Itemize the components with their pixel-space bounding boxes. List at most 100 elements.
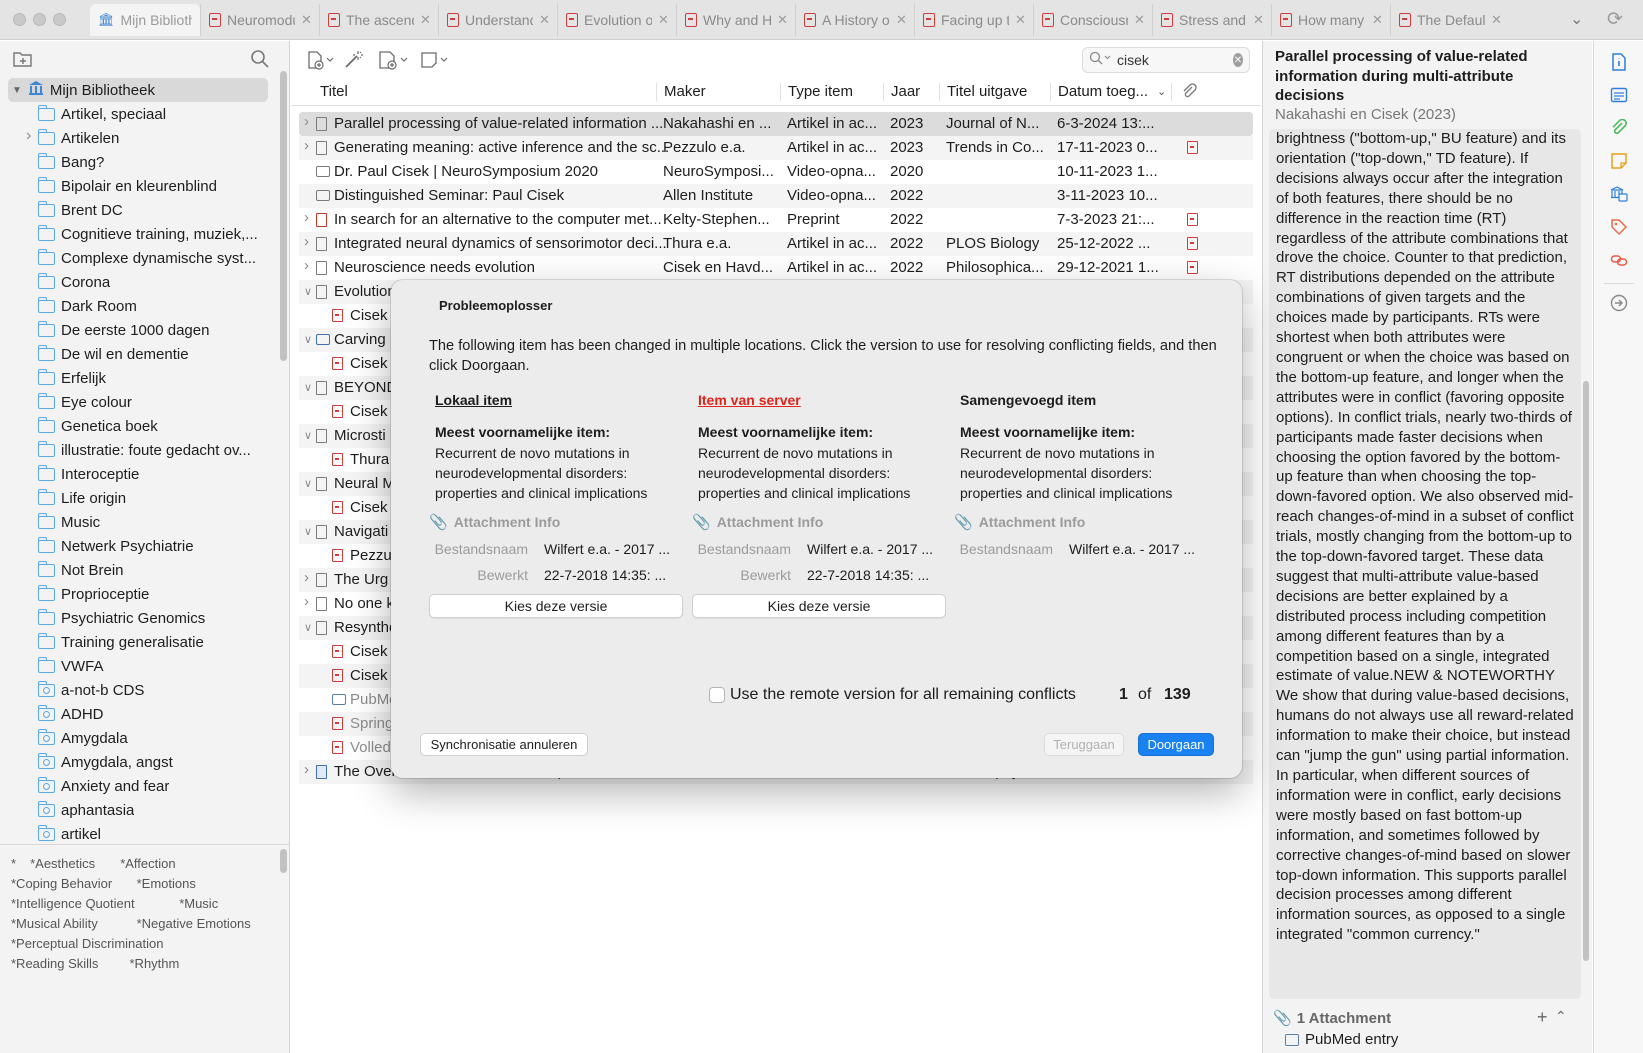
close-icon[interactable]: ✕ — [1253, 12, 1264, 28]
remote-all-checkbox[interactable] — [709, 687, 725, 703]
pdf-attachment-icon[interactable] — [1187, 213, 1198, 226]
column-year[interactable]: Jaar — [891, 83, 920, 100]
local-item-header[interactable]: Lokaal item — [435, 392, 512, 408]
tag-item[interactable]: *Reading Skills — [11, 956, 98, 971]
tag-item[interactable]: *Affection — [120, 856, 175, 871]
close-icon[interactable]: ✕ — [301, 12, 312, 28]
close-icon[interactable]: ✕ — [1015, 12, 1026, 28]
tag-item[interactable]: *Negative Emotions — [137, 916, 251, 931]
locate-icon[interactable] — [1610, 294, 1628, 312]
new-note-icon[interactable] — [419, 49, 451, 71]
collapse-section-icon[interactable]: ⌃ — [1555, 1008, 1567, 1025]
collection-item[interactable]: › Artikelen — [0, 126, 270, 150]
collection-item[interactable]: Life origin — [0, 486, 270, 510]
tag-item[interactable]: *Musical Ability — [11, 916, 98, 931]
search-icon[interactable] — [250, 49, 270, 73]
chevron-right-icon[interactable]: › — [304, 113, 309, 130]
pdf-attachment-icon[interactable] — [1187, 237, 1198, 250]
tag-item[interactable]: *Aesthetics — [30, 856, 95, 871]
chevron-down-icon[interactable]: ∨ — [304, 429, 312, 442]
choose-server-version-button[interactable]: Kies deze versie — [692, 594, 946, 618]
collection-item[interactable]: VWFA — [0, 654, 270, 678]
table-row[interactable]: › In search for an alternative to the com… — [299, 208, 1253, 232]
attachment-row[interactable]: PubMed entry — [1285, 1031, 1398, 1048]
table-row[interactable]: › Integrated neural dynamics of sensorimo… — [299, 232, 1253, 256]
collection-item[interactable]: illustratie: foute gedacht ov... — [0, 438, 270, 462]
tag-item[interactable]: *Rhythm — [130, 956, 180, 971]
chevron-down-icon[interactable]: ∨ — [304, 285, 312, 298]
chevron-right-icon[interactable]: › — [304, 593, 309, 610]
collection-item[interactable]: Eye colour — [0, 390, 270, 414]
tab-6[interactable]: A History of ✕ — [795, 4, 916, 36]
chevron-right-icon[interactable]: › — [304, 569, 309, 586]
chevron-right-icon[interactable]: › — [304, 761, 309, 778]
table-row[interactable]: › Generating meaning: active inference an… — [299, 136, 1253, 160]
collection-item[interactable]: De eerste 1000 dagen — [0, 318, 270, 342]
collection-item[interactable]: artikel — [0, 822, 270, 846]
column-publication[interactable]: Titel uitgave — [947, 83, 1027, 100]
chevron-down-icon[interactable]: ⌄ — [1570, 9, 1583, 29]
tags-scrollbar[interactable] — [280, 849, 287, 873]
abstract-box[interactable]: brightness ("bottom-up," BU feature) and… — [1269, 129, 1581, 999]
close-icon[interactable]: ✕ — [539, 12, 550, 28]
search-icon[interactable] — [1089, 51, 1111, 69]
zoom-window-button[interactable] — [53, 13, 66, 26]
collection-item[interactable]: Training generalisatie — [0, 630, 270, 654]
chevron-down-icon[interactable]: ∨ — [304, 333, 312, 346]
item-pane-scrollbar[interactable] — [1583, 381, 1589, 961]
tab-10[interactable]: How many ✕ — [1271, 4, 1392, 36]
collection-item[interactable]: Psychiatric Genomics — [0, 606, 270, 630]
abstract-icon[interactable] — [1610, 86, 1628, 104]
item-title[interactable]: Parallel processing of value-related inf… — [1275, 47, 1575, 106]
tab-4[interactable]: Evolution of ✕ — [557, 4, 678, 36]
collection-item[interactable]: Bipolair en kleurenblind — [0, 174, 270, 198]
tab-8[interactable]: Consciousness ✕ — [1033, 4, 1154, 36]
close-icon[interactable]: ✕ — [896, 12, 907, 28]
chevron-right-icon[interactable]: › — [304, 233, 309, 250]
close-icon[interactable]: ✕ — [658, 12, 669, 28]
tag-item[interactable]: *Emotions — [137, 876, 196, 891]
column-date-added[interactable]: Datum toeg... — [1058, 83, 1148, 100]
column-creator[interactable]: Maker — [664, 83, 706, 100]
tag-item[interactable]: *Intelligence Quotient — [11, 896, 135, 911]
table-row[interactable]: › Neuroscience needs evolution Cisek en Ha… — [299, 256, 1253, 280]
tag-item[interactable]: * — [11, 856, 16, 871]
column-title[interactable]: Titel — [320, 83, 348, 100]
chevron-right-icon[interactable]: › — [304, 209, 309, 226]
libraries-collections-icon[interactable] — [1610, 185, 1628, 203]
clear-search-icon[interactable]: ✕ — [1233, 53, 1243, 67]
close-icon[interactable]: ✕ — [1372, 12, 1383, 28]
attachment-column-icon[interactable] — [1181, 83, 1197, 103]
close-icon[interactable]: ✕ — [1491, 12, 1502, 28]
collection-item[interactable]: Interoceptie — [0, 462, 270, 486]
chevron-right-icon[interactable]: › — [26, 127, 31, 145]
collection-item[interactable]: Netwerk Psychiatrie — [0, 534, 270, 558]
collection-item[interactable]: Corona — [0, 270, 270, 294]
close-icon[interactable]: ✕ — [1134, 12, 1145, 28]
collection-item[interactable]: Brent DC — [0, 198, 270, 222]
related-icon[interactable] — [1610, 251, 1628, 269]
collection-item[interactable]: De wil en dementie — [0, 342, 270, 366]
collection-item[interactable]: Complexe dynamische syst... — [0, 246, 270, 270]
chevron-down-icon[interactable]: ∨ — [304, 621, 312, 634]
collection-item[interactable]: Genetica boek — [0, 414, 270, 438]
collection-item[interactable]: Not Brein — [0, 558, 270, 582]
chevron-right-icon[interactable]: › — [304, 257, 309, 274]
close-icon[interactable]: ✕ — [420, 12, 431, 28]
chevron-down-icon[interactable]: ∨ — [304, 381, 312, 394]
search-input[interactable] — [1117, 52, 1227, 68]
my-library[interactable]: ▼ Mijn Bibliotheek — [8, 78, 268, 102]
new-collection-icon[interactable] — [12, 49, 34, 73]
chevron-right-icon[interactable]: › — [304, 137, 309, 154]
table-row[interactable]: Distinguished Seminar: Paul Cisek Allen I… — [299, 184, 1253, 208]
continue-button[interactable]: Doorgaan — [1138, 733, 1214, 756]
new-item-icon[interactable] — [306, 49, 336, 71]
collection-item[interactable]: Music — [0, 510, 270, 534]
collection-item[interactable]: Anxiety and fear — [0, 774, 270, 798]
attachments-section-header[interactable]: 📎 1 Attachment — [1273, 1009, 1391, 1028]
collection-item[interactable]: aphantasia — [0, 798, 270, 822]
collections-scrollbar[interactable] — [280, 71, 287, 361]
collection-item[interactable]: Artikel, speciaal — [0, 102, 270, 126]
tab-3[interactable]: Understanding ✕ — [438, 4, 559, 36]
close-icon[interactable]: ✕ — [777, 12, 788, 28]
